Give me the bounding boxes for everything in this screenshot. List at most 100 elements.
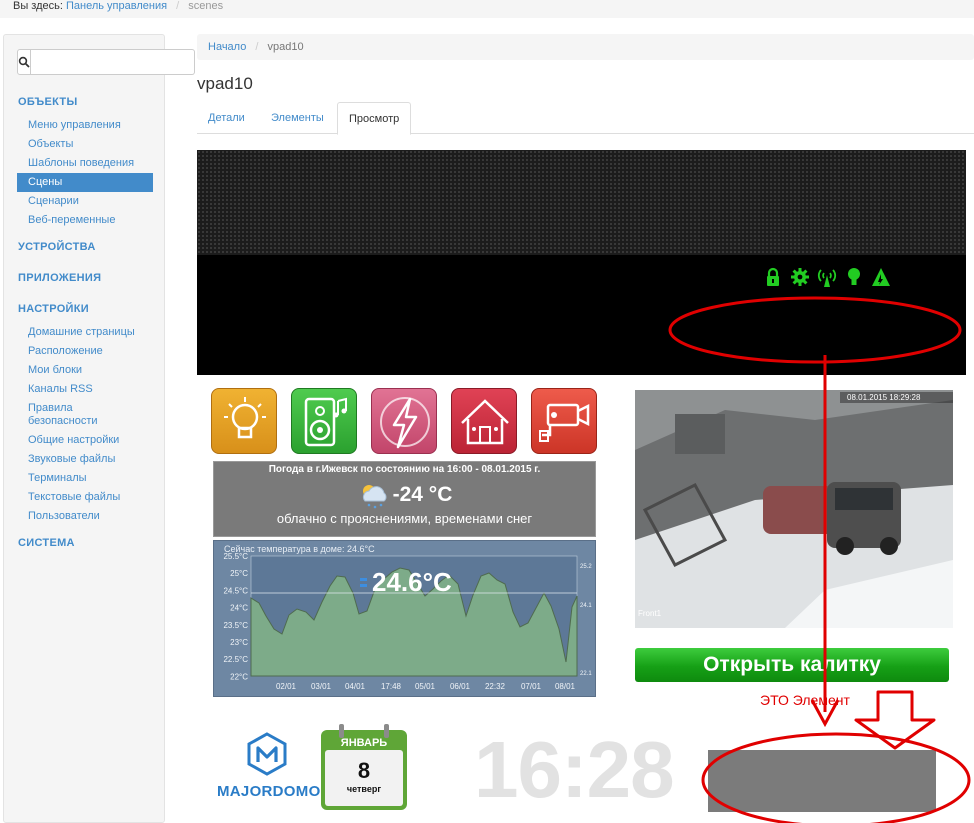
- sidebar-item-web-variables[interactable]: Веб-переменные: [4, 211, 164, 230]
- sidebar-item-scripts[interactable]: Сценарии: [4, 192, 164, 211]
- weather-description: облачно с прояснениями, временами снег: [276, 511, 533, 526]
- camera-timestamp: 08.01.2015 18:29:28: [847, 393, 921, 402]
- breadcrumb-current-page: vpad10: [267, 41, 304, 53]
- status-icons: [763, 266, 891, 288]
- logo-text: MAJORDOMO: [217, 783, 321, 800]
- calendar-widget: ЯНВАРЬ 8 четверг: [319, 722, 409, 814]
- audio-tile[interactable]: [291, 388, 357, 454]
- graph-y-tick: 24°C: [230, 604, 248, 613]
- sidebar-item-sound-files[interactable]: Звуковые файлы: [4, 450, 164, 469]
- graph-x-tick: 07/01: [521, 682, 542, 691]
- sidebar-item-rss[interactable]: Каналы RSS: [4, 380, 164, 399]
- sidebar-item-general-settings[interactable]: Общие настройки: [4, 431, 164, 450]
- breadcrumb-link-control-panel[interactable]: Панель управления: [66, 0, 167, 12]
- graph-x-tick: 05/01: [415, 682, 436, 691]
- calendar-day: 8: [358, 758, 370, 783]
- breadcrumb-prefix: Вы здесь:: [13, 0, 63, 12]
- search-icon: [18, 56, 30, 68]
- camera-feed[interactable]: 08.01.2015 18:29:28 Front1: [635, 390, 953, 628]
- search-button[interactable]: [17, 49, 31, 75]
- graph-right-tick: 22.1: [580, 671, 592, 677]
- sidebar-section-apps[interactable]: ПРИЛОЖЕНИЯ: [4, 269, 164, 288]
- weather-temperature: -24 °C: [392, 483, 453, 506]
- graph-x-tick: 22:32: [485, 682, 506, 691]
- graph-y-tick: 23°C: [230, 638, 248, 647]
- sidebar-item-control-menu[interactable]: Меню управления: [4, 116, 164, 135]
- home-tile[interactable]: [451, 388, 517, 454]
- weather-widget: Погода в г.Ижевск по состоянию на 16:00 …: [213, 461, 596, 537]
- lock-icon[interactable]: [763, 266, 783, 288]
- gear-icon[interactable]: [790, 266, 810, 288]
- breadcrumb-bar: Вы здесь: Панель управления / scenes: [0, 0, 974, 18]
- search-group: [17, 49, 195, 75]
- calendar-month: ЯНВАРЬ: [341, 737, 388, 749]
- cctv-icon: [539, 403, 590, 442]
- calendar-weekday: четверг: [347, 784, 381, 794]
- graph-y-tick: 22°C: [230, 672, 248, 681]
- graph-right-tick: 24.1: [580, 603, 592, 609]
- open-gate-button[interactable]: Открыть калитку: [635, 648, 949, 682]
- graph-x-tick: 08/01: [555, 682, 576, 691]
- camera-tile[interactable]: [531, 388, 597, 454]
- graph-y-tick: 24.5°C: [223, 586, 248, 595]
- cloud-snow-icon: [362, 485, 387, 509]
- antenna-icon[interactable]: [817, 266, 837, 288]
- breadcrumb-current: scenes: [188, 0, 224, 12]
- graph-x-tick: 17:48: [381, 682, 402, 691]
- bulb-icon[interactable]: [844, 266, 864, 288]
- sidebar-section-system[interactable]: СИСТЕМА: [4, 534, 164, 553]
- tab-bar: Детали Элементы Просмотр: [197, 102, 974, 135]
- logo-icon: [247, 732, 287, 776]
- weather-header: Погода в г.Ижевск по состоянию на 16:00 …: [268, 464, 541, 475]
- house-icon: [461, 399, 509, 445]
- sidebar-item-text-files[interactable]: Текстовые файлы: [4, 488, 164, 507]
- sidebar-section-devices[interactable]: УСТРОЙСТВА: [4, 238, 164, 257]
- temperature-graph: Сейчас температура в доме: 24.6°C 25.5°C…: [213, 540, 596, 697]
- breadcrumb-home-link[interactable]: Начало: [208, 41, 246, 53]
- page-breadcrumb: Начало / vpad10: [197, 34, 974, 60]
- breadcrumb-separator: /: [176, 0, 180, 12]
- sidebar-item-behavior-templates[interactable]: Шаблоны поведения: [4, 154, 164, 173]
- scene-preview: Погода в г.Ижевск по состоянию на 16:00 …: [197, 150, 966, 823]
- graph-x-tick: 03/01: [311, 682, 332, 691]
- sidebar-item-home-pages[interactable]: Домашние страницы: [4, 323, 164, 342]
- sidebar-section-objects[interactable]: ОБЪЕКТЫ: [4, 93, 164, 112]
- scene-element-placeholder[interactable]: [708, 750, 936, 812]
- tab-details[interactable]: Детали: [197, 102, 256, 134]
- graph-y-tick: 23.5°C: [223, 621, 248, 630]
- graph-y-tick: 22.5°C: [223, 655, 248, 664]
- speaker-icon: [304, 397, 347, 447]
- camera-label: Front1: [638, 609, 662, 618]
- tab-elements[interactable]: Элементы: [260, 102, 335, 134]
- sidebar-item-my-blocks[interactable]: Мои блоки: [4, 361, 164, 380]
- graph-current-temp: 24.6°C: [372, 567, 452, 597]
- annotation-label: ЭТО Элемент: [760, 692, 850, 708]
- sidebar-item-security-rules[interactable]: Правила безопасности: [4, 399, 164, 431]
- search-input[interactable]: [31, 49, 195, 75]
- graph-x-tick: 02/01: [276, 682, 297, 691]
- graph-y-tick: 25.5°C: [223, 552, 248, 561]
- scene-banner-top: [197, 150, 966, 255]
- power-tile[interactable]: [371, 388, 437, 454]
- graph-right-tick: 25.2: [580, 564, 592, 570]
- alert-triangle-icon[interactable]: [871, 266, 891, 288]
- breadcrumb-separator: /: [255, 41, 259, 53]
- sidebar-item-scenes[interactable]: Сцены: [17, 173, 153, 192]
- graph-x-tick: 06/01: [450, 682, 471, 691]
- light-tile[interactable]: [211, 388, 277, 454]
- tab-preview[interactable]: Просмотр: [337, 102, 412, 135]
- sidebar: ОБЪЕКТЫ Меню управления Объекты Шаблоны …: [3, 34, 195, 823]
- page-title: vpad10: [197, 74, 253, 93]
- bulb-icon: [224, 397, 266, 439]
- graph-x-tick: 04/01: [345, 682, 366, 691]
- clock: 16:28: [474, 725, 675, 814]
- sidebar-item-terminals[interactable]: Терминалы: [4, 469, 164, 488]
- sidebar-item-users[interactable]: Пользователи: [4, 507, 164, 526]
- sidebar-section-settings[interactable]: НАСТРОЙКИ: [4, 300, 164, 319]
- sidebar-item-location[interactable]: Расположение: [4, 342, 164, 361]
- graph-y-tick: 25°C: [230, 569, 248, 578]
- sidebar-item-objects[interactable]: Объекты: [4, 135, 164, 154]
- majordomo-logo: MAJORDOMO: [217, 732, 321, 812]
- sidebar-nav: ОБЪЕКТЫ Меню управления Объекты Шаблоны …: [4, 93, 164, 553]
- lightning-icon: [380, 397, 430, 449]
